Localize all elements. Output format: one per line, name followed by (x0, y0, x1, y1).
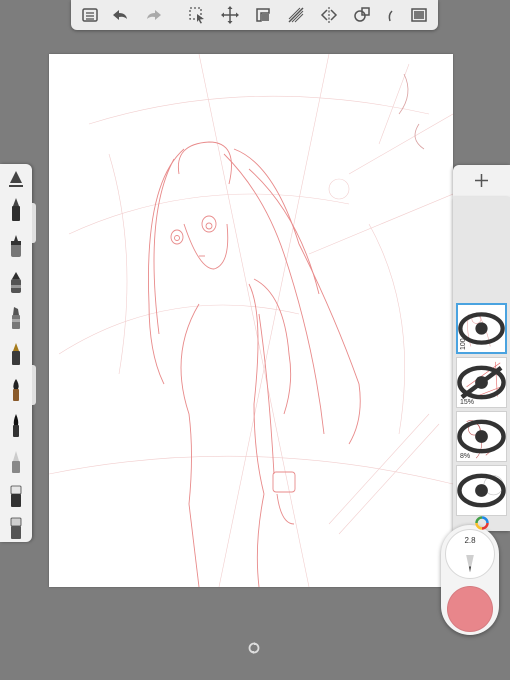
chisel-marker-brush-icon[interactable] (5, 304, 27, 332)
smudge-brush-icon[interactable] (5, 448, 27, 476)
add-layer-icon[interactable] (473, 172, 490, 189)
layer-thumbnail[interactable]: 100 (456, 303, 507, 354)
eraser-brush-icon[interactable] (5, 482, 27, 510)
ballpoint-brush-icon[interactable] (5, 232, 27, 260)
fill-icon[interactable] (378, 4, 400, 26)
fullscreen-icon[interactable] (408, 4, 430, 26)
list-icon[interactable] (79, 4, 101, 26)
symmetry-icon[interactable] (318, 4, 340, 26)
layer-opacity-label: 15% (460, 399, 475, 406)
hard-eraser-brush-icon[interactable] (5, 514, 27, 542)
brush-puck[interactable]: 2.8 (441, 525, 499, 635)
layer-opacity-label: 100 (460, 338, 467, 350)
color-wheel-icon[interactable] (475, 516, 489, 530)
brushbar-scroll-handle[interactable] (32, 365, 36, 405)
move-icon[interactable] (219, 4, 241, 26)
layer-thumbnail[interactable] (456, 465, 507, 516)
brushbar-scroll-handle[interactable] (32, 203, 36, 243)
drawing-canvas[interactable] (49, 54, 453, 587)
brush-size-control[interactable]: 2.8 (445, 529, 495, 579)
layer-thumbnail[interactable]: 15% (456, 357, 507, 408)
pencil-tip-icon (466, 554, 474, 573)
airbrush-brush-icon[interactable] (5, 340, 27, 368)
select-icon[interactable] (186, 4, 208, 26)
eye-icon[interactable] (457, 466, 506, 515)
layers-header (453, 165, 510, 197)
perspective-icon[interactable] (285, 4, 307, 26)
shapes-icon[interactable] (351, 4, 373, 26)
pencil-brush-icon[interactable] (5, 196, 27, 224)
layer-opacity-label: 8% (460, 453, 471, 460)
brush-library-icon[interactable] (5, 168, 27, 196)
ruler-icon[interactable] (252, 4, 274, 26)
redo-icon[interactable] (143, 4, 165, 26)
sketch-artwork (49, 54, 453, 587)
paint-brush-brush-icon[interactable] (5, 376, 27, 404)
undo-icon[interactable] (109, 4, 131, 26)
layer-thumbnail[interactable]: 8% (456, 411, 507, 462)
rotate-canvas-icon[interactable] (247, 641, 261, 655)
top-toolbar (71, 0, 438, 30)
ink-brush-brush-icon[interactable] (5, 412, 27, 440)
current-color-swatch[interactable] (447, 586, 493, 632)
marker-brush-icon[interactable] (5, 268, 27, 296)
